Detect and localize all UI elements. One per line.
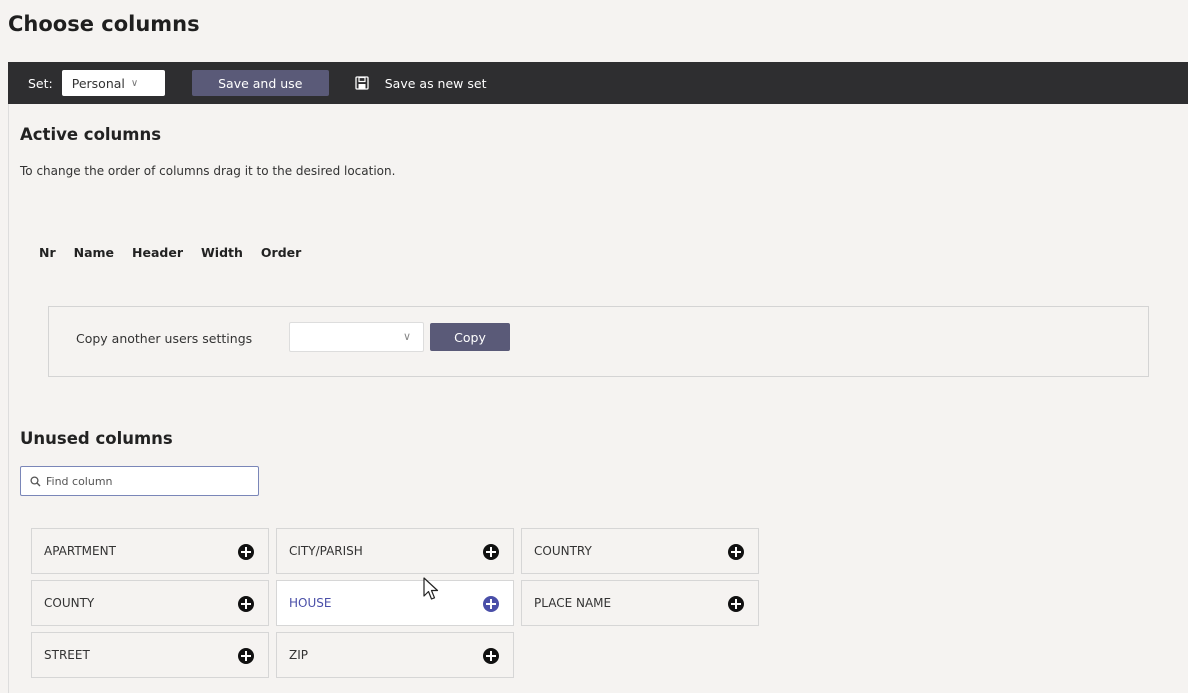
- floppy-disk-icon: [355, 76, 369, 90]
- copy-button[interactable]: Copy: [430, 323, 510, 351]
- mouse-cursor-icon: [423, 577, 439, 600]
- unused-column-city-parish[interactable]: CITY/PARISH: [276, 528, 514, 574]
- column-header-name: Name: [73, 245, 115, 260]
- find-column-input[interactable]: Find column: [20, 466, 259, 496]
- set-select-value: Personal: [71, 75, 125, 91]
- unused-column-label: HOUSE: [289, 596, 332, 610]
- unused-column-apartment[interactable]: APARTMENT: [31, 528, 269, 574]
- unused-column-zip[interactable]: ZIP: [276, 632, 514, 678]
- save-as-new-set-button[interactable]: Save as new set: [355, 75, 487, 91]
- column-header-order: Order: [260, 245, 302, 260]
- add-circle-icon[interactable]: [728, 544, 744, 560]
- set-select[interactable]: Personal ∨: [61, 70, 165, 96]
- save-as-new-set-label: Save as new set: [384, 75, 487, 91]
- active-columns-hint: To change the order of columns drag it t…: [20, 164, 396, 178]
- columns-panel: Active columns To change the order of co…: [8, 104, 1188, 693]
- copy-settings-box: Copy another users settings ∨ Copy: [48, 306, 1149, 377]
- toolbar: Set: Personal ∨ Save and use Save as new…: [8, 62, 1188, 104]
- add-circle-icon[interactable]: [728, 596, 744, 612]
- add-circle-icon[interactable]: [483, 648, 499, 664]
- column-header-header: Header: [132, 245, 184, 260]
- add-circle-icon[interactable]: [238, 648, 254, 664]
- add-circle-icon[interactable]: [238, 596, 254, 612]
- unused-column-label: CITY/PARISH: [289, 544, 363, 558]
- page-title: Choose columns: [8, 12, 200, 36]
- unused-column-house[interactable]: HOUSE: [276, 580, 514, 626]
- unused-column-label: COUNTY: [44, 596, 95, 610]
- save-and-use-button[interactable]: Save and use: [191, 70, 329, 96]
- add-circle-icon[interactable]: [483, 596, 499, 612]
- unused-column-county[interactable]: COUNTY: [31, 580, 269, 626]
- add-circle-icon[interactable]: [483, 544, 499, 560]
- unused-column-label: COUNTRY: [534, 544, 592, 558]
- column-header-nr: Nr: [39, 245, 56, 260]
- unused-column-label: ZIP: [289, 648, 308, 662]
- unused-column-street[interactable]: STREET: [31, 632, 269, 678]
- unused-column-place-name[interactable]: PLACE NAME: [521, 580, 759, 626]
- unused-column-label: PLACE NAME: [534, 596, 612, 610]
- add-circle-icon[interactable]: [238, 544, 254, 560]
- chevron-down-icon: ∨: [402, 330, 411, 343]
- unused-column-label: APARTMENT: [44, 544, 116, 558]
- chevron-down-icon: ∨: [130, 77, 139, 89]
- unused-column-label: STREET: [44, 648, 90, 662]
- find-column-placeholder: Find column: [46, 474, 113, 488]
- unused-column-country[interactable]: COUNTRY: [521, 528, 759, 574]
- unused-columns-grid: APARTMENT CITY/PARISH COUNTRY COUNTY HOU…: [31, 528, 759, 678]
- column-header-width: Width: [201, 245, 243, 260]
- active-columns-heading: Active columns: [20, 125, 162, 144]
- active-columns-header: Nr Name Header Width Order: [39, 245, 319, 260]
- search-icon: [30, 475, 41, 486]
- copy-settings-label: Copy another users settings: [76, 331, 253, 346]
- set-label: Set:: [28, 75, 53, 91]
- unused-columns-heading: Unused columns: [20, 429, 173, 448]
- user-select[interactable]: ∨: [289, 322, 424, 352]
